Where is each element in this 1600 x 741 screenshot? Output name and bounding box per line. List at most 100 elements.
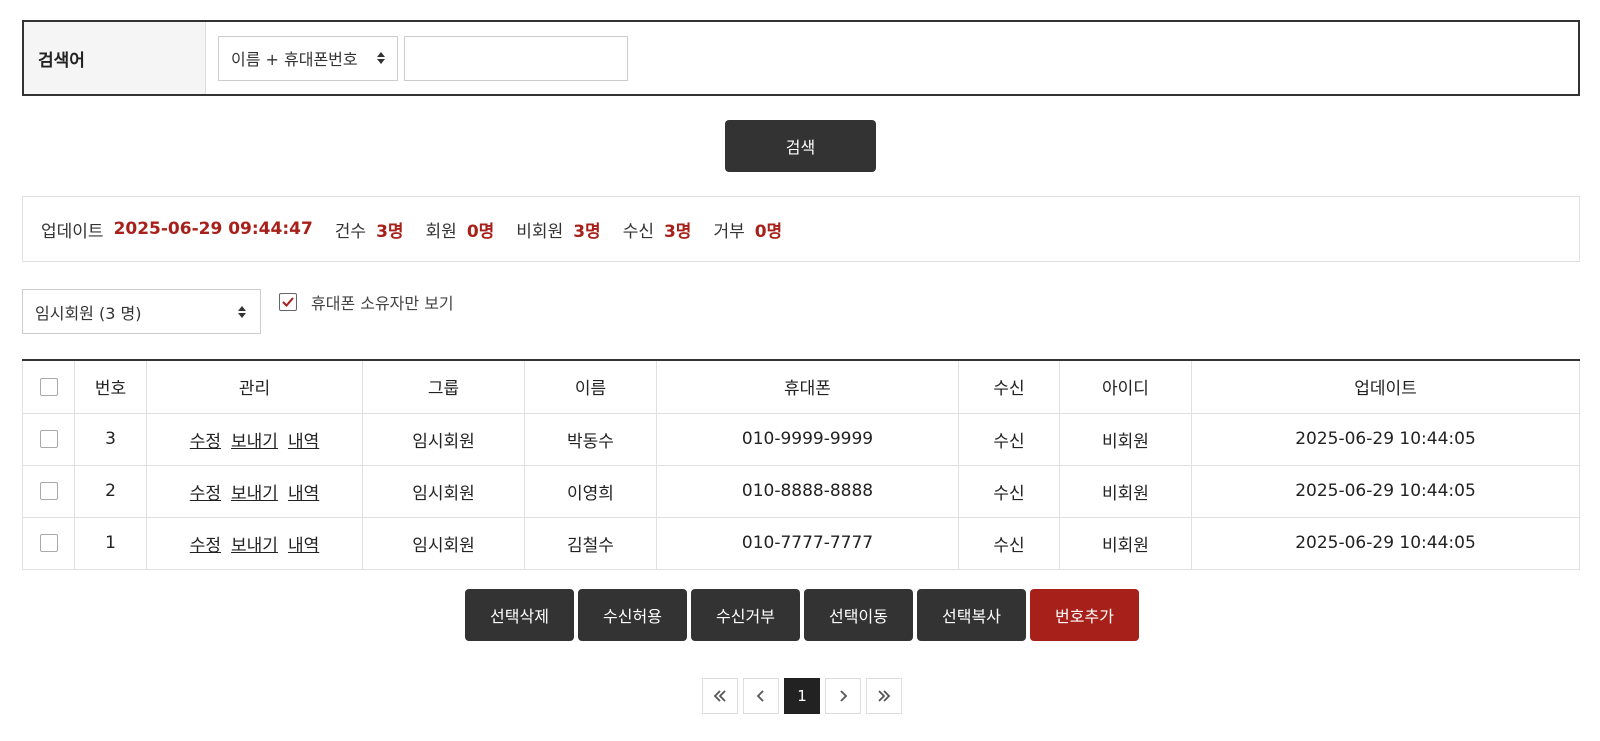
bulk-actions: 선택삭제 수신허용 수신거부 선택이동 선택복사 번호추가 bbox=[465, 589, 1139, 641]
edit-link[interactable]: 수정 bbox=[190, 484, 221, 504]
row-group: 임시회원 bbox=[362, 412, 525, 466]
select-arrows-icon bbox=[238, 305, 246, 318]
header-group: 그룹 bbox=[362, 359, 525, 414]
select-all-checkbox[interactable] bbox=[39, 377, 58, 396]
row-actions: 수정 보내기 내역 bbox=[146, 516, 363, 570]
row-userid: 비회원 bbox=[1059, 464, 1192, 518]
reject-receive-button[interactable]: 수신거부 bbox=[691, 589, 800, 641]
select-arrows-icon bbox=[377, 52, 385, 64]
row-checkbox[interactable] bbox=[39, 534, 58, 552]
row-userid: 비회원 bbox=[1059, 412, 1192, 466]
search-field-select[interactable]: 이름 + 휴대폰번호 bbox=[218, 35, 398, 81]
row-userid: 비회원 bbox=[1059, 516, 1192, 570]
stat-reject-value: 0명 bbox=[754, 221, 783, 242]
stat-nonmember-value: 3명 bbox=[573, 221, 601, 242]
group-select-value: 임시회원 (3 명) bbox=[35, 303, 142, 323]
row-receive: 수신 bbox=[958, 412, 1060, 466]
row-name: 이영희 bbox=[524, 464, 657, 518]
stat-nonmember-label: 비회원 bbox=[516, 221, 564, 242]
send-link[interactable]: 보내기 bbox=[231, 432, 278, 452]
header-number: 번호 bbox=[74, 359, 147, 414]
row-actions: 수정 보내기 내역 bbox=[146, 412, 363, 466]
row-select-cell[interactable] bbox=[22, 516, 75, 570]
row-select-cell[interactable] bbox=[22, 412, 75, 466]
row-updated: 2025-06-29 10:44:05 bbox=[1191, 516, 1580, 570]
header-receive: 수신 bbox=[958, 359, 1060, 414]
history-link[interactable]: 내역 bbox=[288, 536, 319, 556]
table-row: 3 수정 보내기 내역 임시회원 박동수 010-9999-9999 수신 비회원 … bbox=[22, 412, 1580, 466]
contacts-table: 번호 관리 그룹 이름 휴대폰 수신 아이디 업데이트 3 수정 보내기 내역 임시… bbox=[22, 359, 1580, 570]
stat-reject: 거부 0명 bbox=[713, 217, 782, 242]
prev-page-button[interactable] bbox=[743, 678, 779, 714]
stat-member-value: 0명 bbox=[466, 221, 495, 242]
search-fields: 이름 + 휴대폰번호 bbox=[206, 22, 628, 94]
row-number: 1 bbox=[74, 516, 147, 570]
stats-bar: 업데이트 2025-06-29 09:44:47 건수 3명 회원 0명 비회원… bbox=[22, 196, 1580, 262]
owner-only-checkbox[interactable] bbox=[279, 293, 297, 311]
row-phone: 010-9999-9999 bbox=[656, 412, 959, 466]
row-checkbox[interactable] bbox=[39, 430, 58, 448]
row-checkbox[interactable] bbox=[39, 482, 58, 500]
search-label: 검색어 bbox=[24, 22, 206, 94]
history-link[interactable]: 내역 bbox=[288, 432, 319, 452]
table-header-row: 번호 관리 그룹 이름 휴대폰 수신 아이디 업데이트 bbox=[22, 359, 1580, 414]
next-page-button[interactable] bbox=[825, 678, 861, 714]
last-page-button[interactable] bbox=[866, 678, 902, 714]
row-group: 임시회원 bbox=[362, 464, 525, 518]
row-number: 2 bbox=[74, 464, 147, 518]
search-panel: 검색어 이름 + 휴대폰번호 bbox=[22, 20, 1580, 96]
double-chevron-left-icon bbox=[713, 690, 726, 702]
allow-receive-button[interactable]: 수신허용 bbox=[578, 589, 687, 641]
move-selected-button[interactable]: 선택이동 bbox=[804, 589, 913, 641]
page-1-button[interactable]: 1 bbox=[784, 678, 820, 714]
header-select-all[interactable] bbox=[22, 359, 75, 414]
row-updated: 2025-06-29 10:44:05 bbox=[1191, 464, 1580, 518]
table-row: 2 수정 보내기 내역 임시회원 이영희 010-8888-8888 수신 비회원 … bbox=[22, 464, 1580, 518]
stat-reject-label: 거부 bbox=[713, 221, 745, 242]
row-select-cell[interactable] bbox=[22, 464, 75, 518]
copy-selected-button[interactable]: 선택복사 bbox=[917, 589, 1026, 641]
stat-nonmember: 비회원 3명 bbox=[516, 217, 600, 242]
double-chevron-right-icon bbox=[878, 690, 891, 702]
stat-member: 회원 0명 bbox=[426, 217, 495, 242]
stat-receive-label: 수신 bbox=[622, 221, 654, 242]
stat-count-value: 3명 bbox=[376, 221, 404, 242]
stat-updated-label: 업데이트 bbox=[41, 221, 104, 242]
row-receive: 수신 bbox=[958, 464, 1060, 518]
row-phone: 010-8888-8888 bbox=[656, 464, 959, 518]
header-userid: 아이디 bbox=[1059, 359, 1192, 414]
chevron-left-icon bbox=[756, 690, 764, 702]
row-name: 김철수 bbox=[524, 516, 657, 570]
row-phone: 010-7777-7777 bbox=[656, 516, 959, 570]
edit-link[interactable]: 수정 bbox=[190, 536, 221, 556]
stat-updated-value: 2025-06-29 09:44:47 bbox=[113, 219, 313, 239]
chevron-right-icon bbox=[840, 690, 848, 702]
search-input[interactable] bbox=[404, 35, 628, 81]
stat-count: 건수 3명 bbox=[335, 217, 404, 242]
first-page-button[interactable] bbox=[702, 678, 738, 714]
pagination: 1 bbox=[702, 678, 902, 714]
stat-member-label: 회원 bbox=[425, 221, 457, 242]
send-link[interactable]: 보내기 bbox=[231, 484, 278, 504]
edit-link[interactable]: 수정 bbox=[190, 432, 221, 452]
stat-updated: 업데이트 2025-06-29 09:44:47 bbox=[41, 217, 313, 242]
add-number-button[interactable]: 번호추가 bbox=[1030, 589, 1139, 641]
history-link[interactable]: 내역 bbox=[288, 484, 319, 504]
owner-only-label: 휴대폰 소유자만 보기 bbox=[311, 294, 454, 313]
header-updated: 업데이트 bbox=[1191, 359, 1580, 414]
delete-selected-button[interactable]: 선택삭제 bbox=[465, 589, 574, 641]
search-button[interactable]: 검색 bbox=[725, 120, 876, 172]
stat-receive-value: 3명 bbox=[663, 221, 692, 242]
send-link[interactable]: 보내기 bbox=[231, 536, 278, 556]
header-name: 이름 bbox=[524, 359, 657, 414]
checkmark-icon bbox=[282, 297, 294, 307]
row-name: 박동수 bbox=[524, 412, 657, 466]
row-updated: 2025-06-29 10:44:05 bbox=[1191, 412, 1580, 466]
stat-receive: 수신 3명 bbox=[623, 217, 692, 242]
row-group: 임시회원 bbox=[362, 516, 525, 570]
owner-only-filter[interactable]: 휴대폰 소유자만 보기 bbox=[279, 290, 454, 314]
header-phone: 휴대폰 bbox=[656, 359, 959, 414]
row-number: 3 bbox=[74, 412, 147, 466]
table-row: 1 수정 보내기 내역 임시회원 김철수 010-7777-7777 수신 비회원 … bbox=[22, 516, 1580, 570]
group-select[interactable]: 임시회원 (3 명) bbox=[22, 289, 261, 334]
